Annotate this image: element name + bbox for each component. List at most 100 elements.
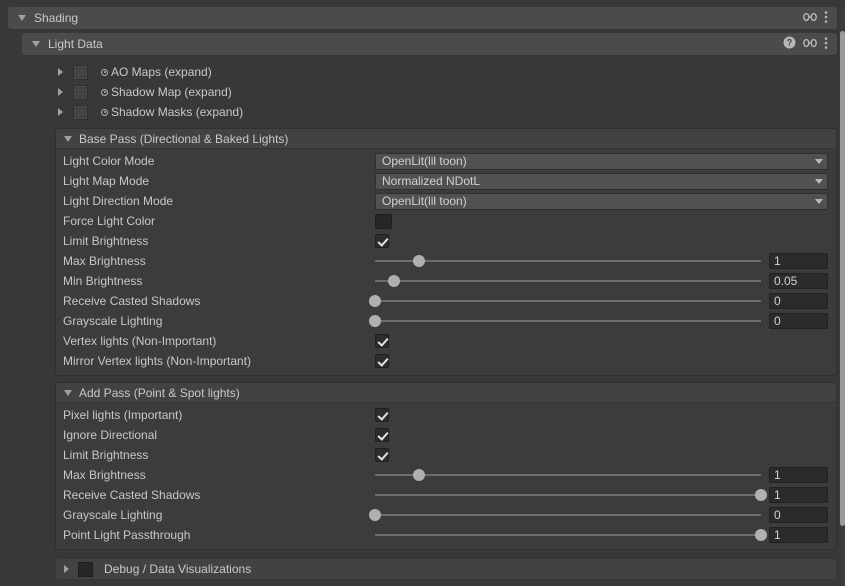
- chevron-down-icon[interactable]: [32, 41, 40, 47]
- vertical-scrollbar[interactable]: [839, 7, 845, 586]
- debug-visualizations-foldout[interactable]: Debug / Data Visualizations: [55, 558, 837, 580]
- value-field-max-brightness[interactable]: 1: [769, 253, 828, 269]
- value-field-receive-casted-shadows[interactable]: 0: [769, 293, 828, 309]
- slider-track: [375, 534, 761, 536]
- chevron-down-icon[interactable]: [64, 389, 72, 396]
- expand-row-ao-maps[interactable]: AO Maps (expand): [58, 62, 845, 82]
- slider-knob[interactable]: [369, 509, 381, 521]
- dropdown-value: Normalized NDotL: [382, 174, 481, 188]
- slider-knob[interactable]: [755, 489, 767, 501]
- slider-knob[interactable]: [413, 469, 426, 481]
- chevron-right-icon[interactable]: [64, 565, 69, 573]
- property-label: Pixel lights (Important): [63, 408, 183, 422]
- property-control: [375, 234, 836, 248]
- property-control: 0.05: [375, 273, 836, 289]
- checkbox-mirror-vertex-lights-non-important[interactable]: [375, 354, 389, 368]
- property-row-max-brightness: Max Brightness 1: [56, 465, 836, 485]
- more-vertical-icon[interactable]: [824, 10, 828, 27]
- slider-track: [375, 300, 761, 302]
- dropdown-value: OpenLit(lil toon): [382, 194, 467, 208]
- chevron-right-icon[interactable]: [58, 68, 63, 76]
- property-row-force-light-color: Force Light Color: [56, 211, 836, 231]
- checkbox-ignore-directional[interactable]: [375, 428, 389, 442]
- property-row-ignore-directional: Ignore Directional: [56, 425, 836, 445]
- link-icon[interactable]: [803, 37, 817, 52]
- debug-color-swatch[interactable]: [78, 561, 93, 577]
- checkbox-limit-brightness[interactable]: [375, 448, 389, 462]
- property-control: [375, 448, 836, 462]
- slider-knob[interactable]: [388, 275, 401, 287]
- checkbox-limit-brightness[interactable]: [375, 234, 389, 248]
- property-label: Light Map Mode: [63, 174, 150, 188]
- expand-row-shadow-map[interactable]: Shadow Map (expand): [58, 82, 845, 102]
- scrollbar-thumb[interactable]: [840, 31, 845, 526]
- property-label: Receive Casted Shadows: [63, 488, 201, 502]
- slider-max-brightness[interactable]: [375, 468, 761, 482]
- shading-header-icons: [803, 10, 837, 27]
- slider-knob[interactable]: [755, 529, 767, 541]
- help-icon[interactable]: ?: [783, 36, 796, 52]
- property-row-vertex-lights-non-important: Vertex lights (Non-Important): [56, 331, 836, 351]
- slider-track: [375, 474, 761, 476]
- property-control: 1: [375, 253, 836, 269]
- link-icon[interactable]: [803, 11, 817, 26]
- more-vertical-icon[interactable]: [824, 36, 828, 53]
- value-field-max-brightness[interactable]: 1: [769, 467, 828, 483]
- chevron-right-icon[interactable]: [58, 108, 63, 116]
- light-data-foldout-header[interactable]: Light Data ?: [22, 33, 837, 55]
- slider-knob[interactable]: [369, 315, 381, 327]
- slider-grayscale-lighting[interactable]: [369, 314, 761, 328]
- slider-receive-casted-shadows[interactable]: [369, 294, 761, 308]
- base-pass-body: Light Color Mode OpenLit(lil toon) Light M…: [56, 149, 836, 375]
- property-control: 0: [369, 507, 836, 523]
- checkbox-vertex-lights-non-important[interactable]: [375, 334, 389, 348]
- debug-title: Debug / Data Visualizations: [104, 562, 252, 576]
- checkbox-pixel-lights-important[interactable]: [375, 408, 389, 422]
- expand-rows-group: AO Maps (expand) Shadow Map (expand) Sha…: [0, 62, 845, 122]
- property-label: Max Brightness: [63, 254, 146, 268]
- property-control: 1: [375, 467, 836, 483]
- property-label: Limit Brightness: [63, 448, 149, 462]
- property-row-pixel-lights-important: Pixel lights (Important): [56, 405, 836, 425]
- light-data-title: Light Data: [48, 37, 103, 51]
- dropdown-light-color-mode[interactable]: OpenLit(lil toon): [375, 152, 828, 170]
- property-row-grayscale-lighting: Grayscale Lighting 0: [56, 311, 836, 331]
- color-swatch-force-light-color[interactable]: [375, 213, 392, 229]
- property-control: [375, 213, 836, 229]
- slider-knob[interactable]: [413, 255, 426, 267]
- add-pass-header[interactable]: Add Pass (Point & Spot lights): [56, 383, 836, 403]
- property-label: Light Direction Mode: [63, 194, 174, 208]
- chevron-down-icon[interactable]: [64, 135, 72, 142]
- texture-swatch[interactable]: [73, 104, 88, 120]
- base-pass-header[interactable]: Base Pass (Directional & Baked Lights): [56, 129, 836, 149]
- value-field-min-brightness[interactable]: 0.05: [769, 273, 828, 289]
- property-row-grayscale-lighting: Grayscale Lighting 0: [56, 505, 836, 525]
- shading-foldout-header[interactable]: Shading: [8, 7, 837, 29]
- expand-row-shadow-masks[interactable]: Shadow Masks (expand): [58, 102, 845, 122]
- slider-knob[interactable]: [369, 295, 381, 307]
- slider-grayscale-lighting[interactable]: [369, 508, 761, 522]
- texture-swatch[interactable]: [73, 84, 88, 100]
- base-pass-section: Base Pass (Directional & Baked Lights) L…: [55, 128, 837, 376]
- value-field-point-light-passthrough[interactable]: 1: [769, 527, 828, 543]
- expand-row-label: Shadow Map (expand): [111, 85, 232, 99]
- chevron-down-icon[interactable]: [18, 15, 26, 21]
- texture-swatch[interactable]: [73, 64, 88, 80]
- add-pass-body: Pixel lights (Important) Ignore Direction…: [56, 403, 836, 549]
- property-label: Max Brightness: [63, 468, 146, 482]
- value-field-receive-casted-shadows[interactable]: 1: [769, 487, 828, 503]
- chevron-right-icon[interactable]: [58, 88, 63, 96]
- svg-text:?: ?: [787, 38, 793, 48]
- value-field-grayscale-lighting[interactable]: 0: [769, 313, 828, 329]
- slider-point-light-passthrough[interactable]: [375, 528, 767, 542]
- slider-receive-casted-shadows[interactable]: [375, 488, 767, 502]
- property-label: Ignore Directional: [63, 428, 158, 442]
- light-data-header-icons: ?: [783, 36, 837, 53]
- property-label: Grayscale Lighting: [63, 508, 163, 522]
- slider-min-brightness[interactable]: [375, 274, 761, 288]
- value-field-grayscale-lighting[interactable]: 0: [769, 507, 828, 523]
- slider-max-brightness[interactable]: [375, 254, 761, 268]
- dropdown-light-map-mode[interactable]: Normalized NDotL: [375, 172, 828, 190]
- dropdown-light-direction-mode[interactable]: OpenLit(lil toon): [375, 192, 828, 210]
- property-label: Limit Brightness: [63, 234, 149, 248]
